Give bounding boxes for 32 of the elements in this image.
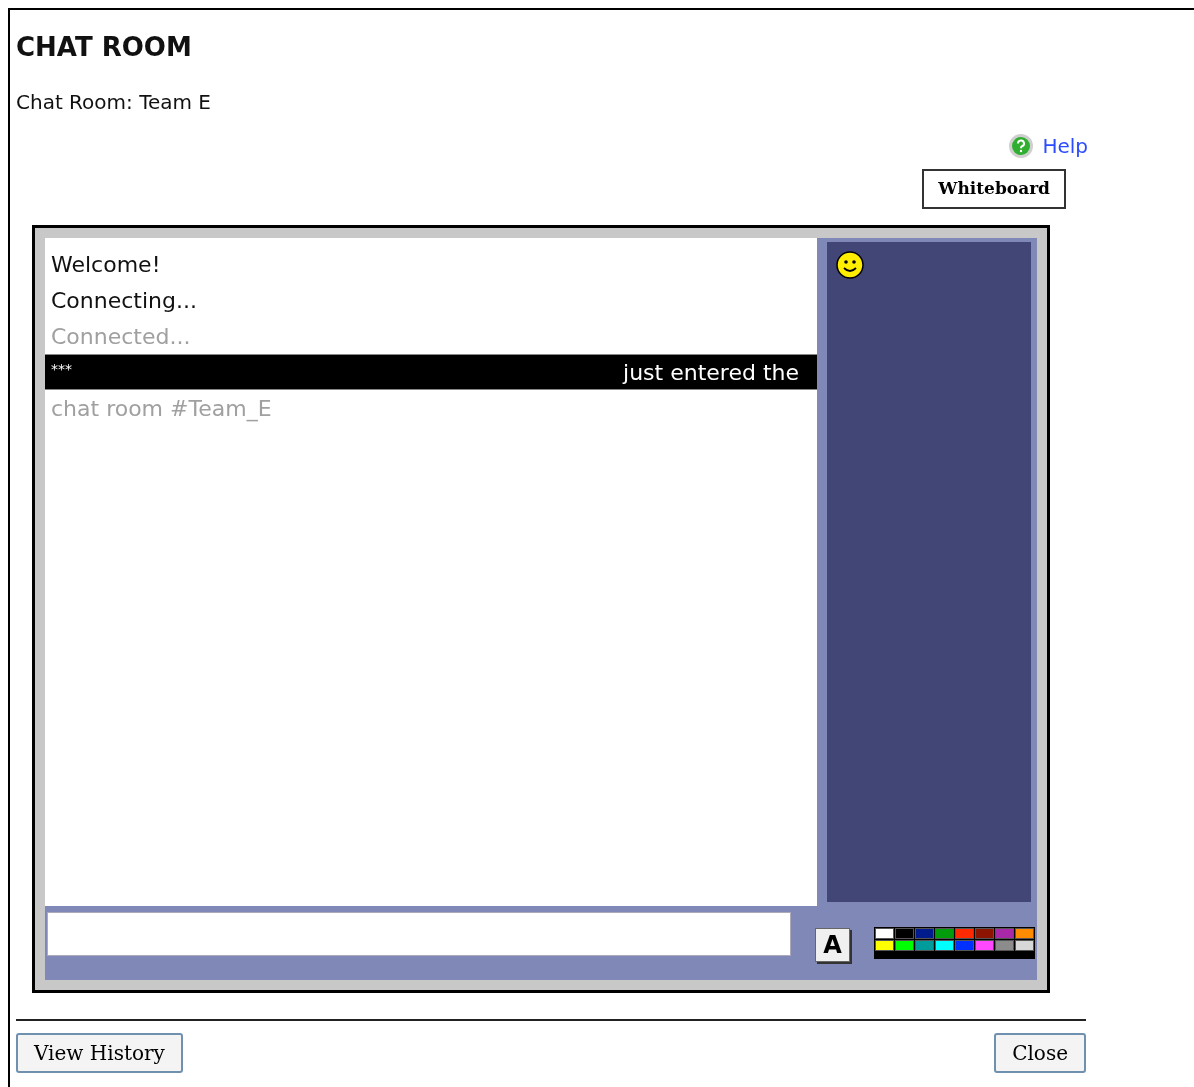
color-swatch[interactable] — [915, 928, 935, 939]
color-swatch[interactable] — [935, 928, 955, 939]
view-history-button[interactable]: View History — [16, 1033, 183, 1073]
announcement-marker: *** — [51, 360, 72, 379]
chat-message: Welcome! — [50, 250, 162, 279]
room-name: Chat Room: Team E — [16, 89, 212, 116]
color-swatch[interactable] — [995, 940, 1015, 951]
chat-message: Connected... — [50, 322, 192, 351]
color-swatch[interactable] — [1015, 940, 1034, 951]
color-swatch[interactable] — [915, 940, 935, 951]
announcement-text: just entered the — [623, 358, 799, 387]
color-swatch[interactable] — [935, 940, 955, 951]
color-swatch[interactable] — [875, 928, 895, 939]
message-input[interactable] — [47, 912, 791, 956]
chat-message: chat room #Team_E — [50, 394, 273, 424]
smiley-icon — [835, 250, 865, 280]
color-swatch[interactable] — [1015, 928, 1034, 939]
help-link[interactable]: Help — [1008, 131, 1088, 161]
help-icon — [1008, 133, 1035, 159]
color-swatch[interactable] — [895, 940, 915, 951]
color-swatch[interactable] — [975, 940, 995, 951]
color-swatch[interactable] — [955, 940, 975, 951]
color-swatch[interactable] — [975, 928, 995, 939]
color-swatch[interactable] — [955, 928, 975, 939]
chat-message: Connecting... — [50, 286, 198, 315]
color-swatch[interactable] — [875, 940, 895, 951]
whiteboard-button[interactable]: Whiteboard — [922, 169, 1066, 209]
color-swatch[interactable] — [995, 928, 1015, 939]
color-swatch[interactable] — [895, 928, 915, 939]
font-button[interactable]: A — [814, 928, 851, 962]
page-title: CHAT ROOM — [16, 31, 193, 64]
close-button[interactable]: Close — [994, 1033, 1086, 1073]
